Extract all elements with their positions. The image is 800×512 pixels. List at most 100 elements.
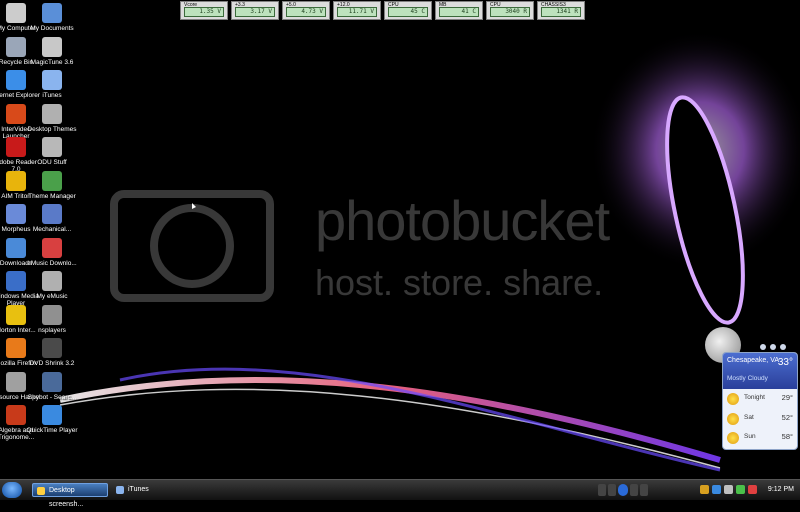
monitor-meter[interactable]: +3.3 3.17 V	[231, 1, 279, 20]
desktop-icon-quicktime[interactable]: QuickTime Player	[26, 405, 78, 434]
gadget-options-icon[interactable]	[760, 344, 766, 350]
weather-condition: Mostly Cloudy	[727, 375, 768, 382]
quicktime-icon	[42, 405, 62, 425]
norton-icon	[6, 304, 26, 325]
desktop-icon-label: Mechanical...	[32, 226, 72, 233]
dvd-shrink-icon	[42, 338, 62, 358]
emusic-icon	[42, 237, 62, 258]
mechanical-icon	[42, 204, 62, 224]
partly-cloudy-icon	[727, 393, 739, 405]
intervideo-icon	[6, 103, 26, 124]
media-volume-button[interactable]	[640, 484, 648, 496]
desktop-icon-label: MagicTune 3.6	[30, 58, 74, 66]
forecast-row: Tonight 29°	[727, 391, 793, 409]
computer-icon	[6, 3, 26, 23]
itunes-icon	[42, 70, 62, 90]
volume-icon[interactable]	[724, 485, 733, 494]
media-stop-button[interactable]	[608, 484, 616, 496]
antivirus-icon[interactable]	[748, 485, 757, 494]
meter-value: 4.73 V	[286, 7, 326, 17]
recycle-bin-icon	[6, 36, 26, 57]
desktop-icon-folder-shortcut[interactable]: ODU Stuff	[26, 137, 78, 166]
gadget-close-icon[interactable]	[770, 344, 776, 350]
desktop-icon-documents[interactable]: My Documents	[26, 3, 78, 32]
desktop-icon-label: Theme Manager	[28, 192, 76, 200]
forecast-row: Sun 58°	[727, 430, 793, 448]
itunes-icon	[116, 486, 124, 494]
meter-value: 1341 R	[541, 7, 581, 17]
media-play-button[interactable]	[618, 484, 628, 496]
downloads-icon	[6, 237, 26, 258]
spybot-icon	[42, 371, 62, 392]
partly-cloudy-icon	[727, 432, 739, 444]
documents-icon	[42, 3, 62, 23]
task-label: iTunes	[128, 486, 149, 493]
desktop-icon-label: My eMusic	[36, 293, 68, 300]
meter-value: 45 C	[388, 7, 428, 17]
desktop-icon-spybot[interactable]: Spybot - Searc...	[26, 371, 78, 401]
desktop-icon-mechanical[interactable]: Mechanical...	[26, 204, 78, 233]
taskbar: Desktop screensh... iTunes 9:12 PM	[0, 479, 800, 508]
monitor-meter[interactable]: +12.0 11.71 V	[333, 1, 381, 20]
weather-temperature: 33°	[777, 357, 793, 368]
meter-value: 3.17 V	[235, 7, 275, 17]
desktop-icon-label: eMusic Downlo...	[27, 259, 77, 267]
forecast-temp: 52°	[781, 413, 793, 422]
desktop-icon-emusic[interactable]: eMusic Downlo...	[26, 237, 78, 267]
resource-hacker-icon	[6, 371, 26, 392]
meter-value: 3040 R	[490, 7, 530, 17]
desktop-icon-label: QuickTime Player	[26, 427, 78, 434]
media-next-button[interactable]	[630, 484, 638, 496]
desktop-icon-nsplayers[interactable]: nsplayers	[26, 304, 78, 334]
forecast-temp: 29°	[781, 393, 793, 402]
desktop-icon-label: Spybot - Searc...	[27, 393, 77, 401]
desktop-icon-dvd-shrink[interactable]: DVD Shrink 3.2	[26, 338, 78, 367]
adobe-reader-icon	[6, 137, 26, 157]
monitor-icon[interactable]	[736, 485, 745, 494]
desktop-icon-magictune[interactable]: MagicTune 3.6	[26, 36, 78, 66]
internet-explorer-icon	[6, 70, 26, 90]
monitor-meter[interactable]: CPU 45 C	[384, 1, 432, 20]
monitor-meter[interactable]: +5.0 4.73 V	[282, 1, 330, 20]
clock[interactable]: 9:12 PM	[768, 483, 794, 497]
weather-gadget[interactable]: Chesapeake, VA 33° Mostly Cloudy Tonight…	[722, 352, 798, 450]
media-player-icon	[6, 271, 26, 291]
firefox-icon	[6, 338, 26, 358]
desktop-icon-label: DVD Shrink 3.2	[29, 360, 75, 367]
security-icon[interactable]	[712, 485, 721, 494]
algebra-icon	[6, 405, 26, 425]
monitor-meter[interactable]: CHASSIS3 1341 R	[537, 1, 585, 20]
watermark-title: photobucket	[315, 189, 610, 252]
desktop-themes-icon	[42, 103, 62, 124]
desktop-icon-desktop-themes[interactable]: Desktop Themes	[26, 103, 78, 133]
gadget-drag-icon[interactable]	[780, 344, 786, 350]
monitor-meter[interactable]: MB 41 C	[435, 1, 483, 20]
forecast-day: Sun	[744, 433, 756, 440]
forecast-day: Tonight	[744, 394, 765, 401]
desktop-icon-itunes[interactable]: iTunes	[26, 70, 78, 99]
aim-icon	[6, 170, 26, 191]
taskbar-button-itunes[interactable]: iTunes	[112, 483, 182, 497]
watermark-slogan: host. store. share.	[315, 262, 604, 303]
sunny-icon	[727, 413, 739, 425]
magictune-icon	[42, 36, 62, 57]
desktop-icon-my-emusic[interactable]: My eMusic	[26, 271, 78, 300]
desktop-icon-theme-manager[interactable]: Theme Manager	[26, 170, 78, 200]
nsplayers-icon	[42, 304, 62, 325]
morpheus-icon	[6, 204, 26, 224]
desktop-icon-label: iTunes	[42, 92, 62, 99]
desktop-icon-label: ODU Stuff	[37, 159, 67, 166]
start-button[interactable]	[2, 482, 22, 498]
monitor-meter[interactable]: Vcore 1.35 V	[180, 1, 228, 20]
meter-value: 11.71 V	[337, 7, 377, 17]
forecast-temp: 58°	[781, 432, 793, 441]
theme-manager-icon	[42, 170, 62, 191]
taskbar-button-desktop-screenshot[interactable]: Desktop screensh...	[32, 483, 108, 508]
media-prev-button[interactable]	[598, 484, 606, 496]
desktop-icon-label: nsplayers	[38, 326, 66, 334]
desktop-icon-label: My Documents	[30, 25, 74, 32]
network-icon[interactable]	[700, 485, 709, 494]
weather-city: Chesapeake, VA	[727, 357, 780, 364]
forecast-row: Sat 52°	[727, 411, 793, 429]
monitor-meter[interactable]: CPU 3040 R	[486, 1, 534, 20]
